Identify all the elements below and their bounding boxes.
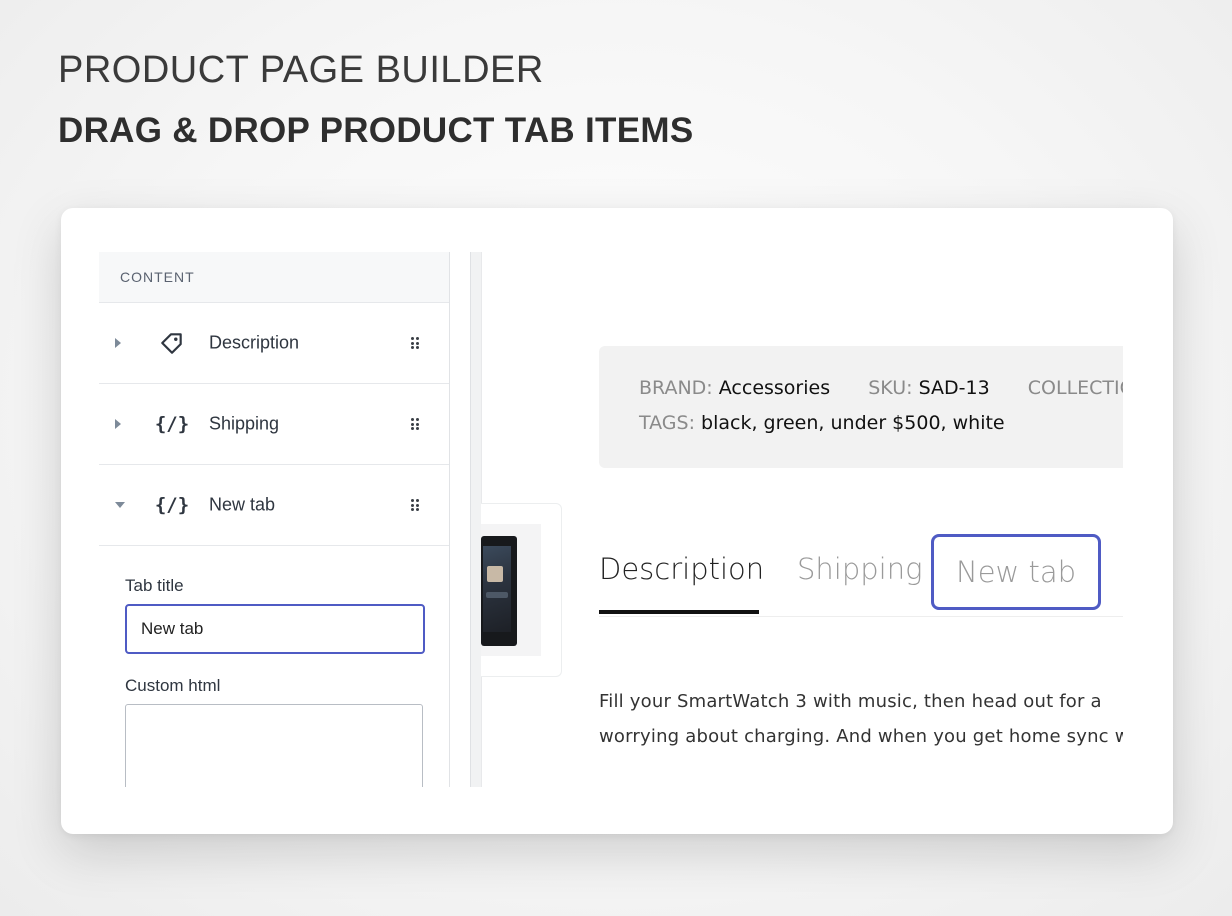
drag-handle-icon[interactable] (411, 499, 419, 511)
product-meta: BRAND: Accessories SKU: SAD-13 COLLECTIO… (599, 346, 1123, 468)
brand-key: BRAND: (639, 377, 713, 399)
sidebar-item-label: Description (209, 332, 300, 353)
caret-right-icon[interactable] (115, 338, 121, 348)
code-icon: {/} (154, 494, 190, 516)
tab-title-input[interactable] (125, 604, 425, 654)
custom-html-label: Custom html (125, 676, 221, 695)
tab-content-description: Fill your SmartWatch 3 with music, then … (599, 684, 1123, 754)
collection-key: COLLECTIO (1027, 377, 1123, 399)
content-sidebar: CONTENT Description {/} Shipping {/} New… (99, 252, 449, 787)
description-line: worrying about charging. And when you ge… (599, 726, 1123, 747)
meta-line-brand-sku: BRAND: Accessories SKU: SAD-13 COLLECTIO (639, 377, 1123, 399)
tab-shipping[interactable]: Shipping (797, 552, 923, 586)
sidebar-item-new-tab[interactable]: {/} New tab (99, 465, 449, 546)
phone-image (481, 536, 517, 646)
drag-handle-icon[interactable] (411, 337, 419, 349)
hero-title: PRODUCT PAGE BUILDER (58, 49, 544, 91)
product-thumbnail[interactable] (481, 503, 562, 677)
builder-card: CONTENT Description {/} Shipping {/} New… (61, 208, 1173, 834)
sku-key: SKU: (868, 377, 913, 399)
thumbnail-background (481, 524, 541, 656)
tag-icon (157, 328, 187, 358)
description-line: Fill your SmartWatch 3 with music, then … (599, 691, 1102, 712)
tab-description[interactable]: Description (599, 552, 764, 614)
sidebar-item-description[interactable]: Description (99, 303, 449, 384)
tags-value[interactable]: black, green, under $500, white (701, 412, 1005, 434)
tab-editor: Tab title Custom html (99, 546, 449, 787)
meta-line-tags: TAGS: black, green, under $500, white (639, 412, 1005, 434)
hero-subtitle: DRAG & DROP PRODUCT TAB ITEMS (58, 111, 694, 150)
sidebar-scrollbar[interactable] (449, 252, 482, 787)
code-icon: {/} (154, 413, 190, 435)
tab-new-tab[interactable]: New tab (931, 534, 1102, 610)
sidebar-item-shipping[interactable]: {/} Shipping (99, 384, 449, 465)
caret-right-icon[interactable] (115, 419, 121, 429)
sku-value: SAD-13 (918, 377, 990, 399)
brand-value[interactable]: Accessories (719, 377, 830, 399)
tags-key: TAGS: (639, 412, 695, 434)
caret-down-icon[interactable] (115, 502, 125, 508)
tab-title-label: Tab title (125, 576, 184, 595)
sidebar-item-label: Shipping (209, 413, 280, 434)
sidebar-item-label: New tab (209, 494, 276, 515)
sidebar-header: CONTENT (99, 252, 449, 303)
product-tabs: Description Shipping New tab (599, 528, 1123, 617)
custom-html-textarea[interactable] (125, 704, 423, 787)
drag-handle-icon[interactable] (411, 418, 419, 430)
